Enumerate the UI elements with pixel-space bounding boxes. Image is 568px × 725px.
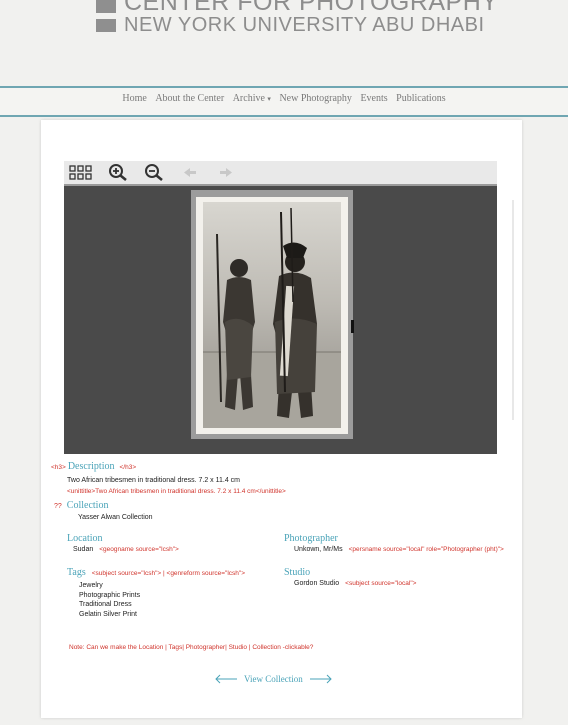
previous-arrow-icon[interactable] (182, 163, 198, 182)
collection-heading-row: ?? Collection (54, 500, 108, 511)
tag-item[interactable]: Jewelry (79, 581, 140, 591)
site-header: CENTER FOR PHOTOGRAPHY NEW YORK UNIVERSI… (0, 0, 568, 90)
description-text: Two African tribesmen in traditional dre… (67, 477, 241, 484)
tags-heading-row: Tags <subject source="lcsh"> | <genrefor… (67, 567, 245, 578)
studio-value[interactable]: Gordon Studio (294, 580, 339, 587)
logo-line-2[interactable]: NEW YORK UNIVERSITY ABU DHABI (96, 14, 485, 37)
caret-down-icon: ▾ (267, 95, 271, 103)
logo-square-icon (96, 19, 116, 32)
tags-code-annotation: <subject source="lcsh"> | <genreform sou… (91, 570, 246, 577)
photographer-row: Unkown, Mr/Ms <persname source="local" r… (294, 546, 504, 553)
h3-close-annotation: </h3> (119, 464, 137, 471)
nav-home[interactable]: Home (122, 93, 146, 104)
archive-photograph[interactable] (196, 197, 348, 434)
card-scrollbar-track (512, 200, 514, 420)
location-code-annotation: <geogname source="lcsh"> (99, 546, 179, 553)
logo-subtitle: NEW YORK UNIVERSITY ABU DHABI (124, 14, 485, 36)
photographer-heading: Photographer (284, 533, 338, 544)
description-heading-row: <h3> Description </h3> (51, 461, 136, 472)
zoom-out-icon[interactable] (143, 163, 165, 182)
studio-heading: Studio (284, 567, 311, 578)
nav-publications[interactable]: Publications (396, 93, 445, 104)
view-collection-label: View Collection (244, 674, 303, 684)
editor-note: Note: Can we make the Location | Tags| P… (69, 644, 314, 651)
description-code-annotation: <unittitle>Two African tribesmen in trad… (67, 488, 286, 495)
view-collection-link[interactable]: View Collection (214, 674, 333, 684)
collection-question-marker: ?? (54, 503, 62, 510)
collection-heading: Collection (66, 500, 109, 511)
nav-archive[interactable]: Archive ▾ (233, 93, 271, 104)
viewer-toolbar (64, 161, 497, 186)
arrow-right-icon (309, 674, 332, 684)
h3-open-annotation: <h3> (51, 464, 66, 471)
tag-item[interactable]: Traditional Dress (79, 600, 140, 610)
nav-about[interactable]: About the Center (155, 93, 224, 104)
tags-heading: Tags (67, 567, 86, 578)
next-arrow-icon[interactable] (218, 163, 234, 182)
arrow-left-icon (215, 674, 237, 684)
zoom-in-icon[interactable] (107, 163, 129, 182)
location-row: Sudan <geogname source="lcsh"> (73, 546, 179, 553)
description-heading: Description (67, 461, 115, 472)
tag-item[interactable]: Gelatin Silver Print (79, 610, 140, 620)
photo-figures-image (203, 207, 341, 428)
studio-code-annotation: <subject source="local"> (345, 580, 417, 587)
main-nav: Home About the Center Archive ▾ New Phot… (0, 86, 568, 117)
collection-value[interactable]: Yasser Alwan Collection (78, 514, 153, 521)
viewer-scroll-handle[interactable] (351, 320, 354, 333)
tags-list: Jewelry Photographic Prints Traditional … (79, 581, 140, 619)
location-value[interactable]: Sudan (73, 546, 93, 553)
photographer-value[interactable]: Unkown, Mr/Ms (294, 546, 343, 553)
photographer-code-annotation: <persname source="local" role="Photograp… (348, 546, 504, 553)
logo-square-icon (96, 0, 116, 13)
nav-new-photography[interactable]: New Photography (279, 93, 352, 104)
nav-events[interactable]: Events (360, 93, 387, 104)
nav-archive-label: Archive (232, 93, 265, 104)
tag-item[interactable]: Photographic Prints (79, 591, 140, 601)
grid-icon[interactable] (69, 163, 93, 182)
location-heading: Location (67, 533, 103, 544)
studio-row: Gordon Studio <subject source="local"> (294, 580, 416, 587)
